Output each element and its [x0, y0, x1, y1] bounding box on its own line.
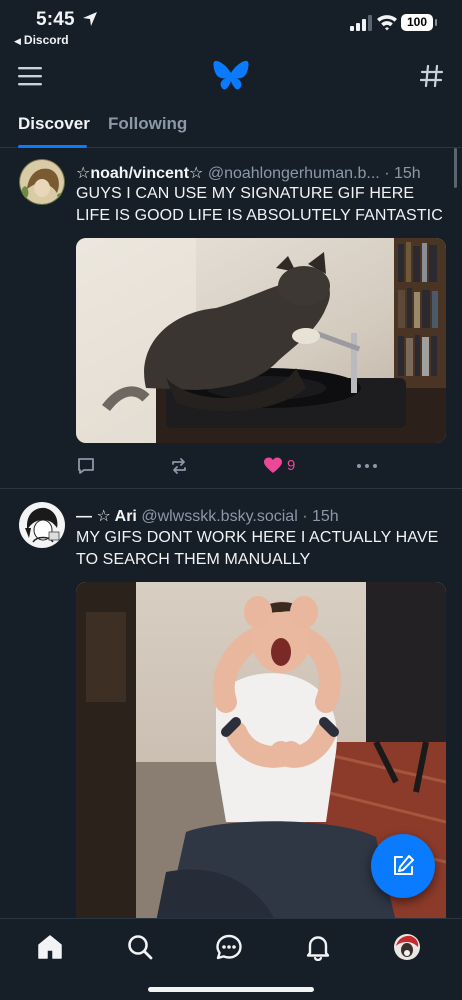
compose-pencil-icon	[394, 855, 414, 875]
home-icon[interactable]	[36, 933, 64, 961]
author-display-name[interactable]: — ☆ Ari	[76, 508, 137, 525]
location-arrow-icon	[83, 12, 97, 26]
back-app-label: Discord	[23, 33, 69, 47]
top-bar	[0, 52, 462, 100]
post-text: MY GIFS DONT WORK HERE I ACTUALLY HAVE T…	[76, 529, 439, 568]
repost-icon[interactable]	[169, 454, 189, 478]
back-triangle-icon: ◀	[14, 36, 21, 46]
author-avatar[interactable]	[19, 159, 65, 205]
status-time: 5:45	[36, 9, 75, 30]
post-time[interactable]: 15h	[394, 165, 421, 182]
more-options-icon[interactable]	[356, 454, 378, 478]
post-time[interactable]: 15h	[312, 508, 339, 525]
cellular-signal-icon	[350, 15, 372, 31]
tab-following[interactable]: Following	[108, 114, 187, 134]
profile-avatar[interactable]	[393, 933, 421, 961]
post-actions: 9	[76, 454, 446, 478]
butterfly-logo-icon[interactable]	[213, 59, 249, 93]
status-bar: 5:45 ◀ Discord 100	[0, 0, 462, 52]
time-separator: ·	[297, 508, 312, 525]
home-indicator-bar[interactable]	[148, 987, 314, 992]
hamburger-menu-icon[interactable]	[18, 66, 42, 86]
author-display-name[interactable]: ☆noah/vincent☆	[76, 165, 203, 182]
like-heart-icon[interactable]	[263, 454, 283, 478]
chat-icon[interactable]	[215, 933, 243, 961]
wifi-icon	[377, 15, 397, 31]
hash-feeds-icon[interactable]	[420, 64, 444, 88]
feed-tabs: Discover Following	[0, 100, 462, 148]
active-tab-underline	[18, 145, 87, 148]
bottom-navigation	[0, 918, 462, 1000]
author-handle[interactable]: @noahlongerhuman.b...	[208, 165, 380, 182]
battery-indicator: 100	[401, 14, 437, 31]
cat-turntable-gif	[76, 238, 446, 443]
avatar-illustration	[20, 160, 64, 204]
post-media-gif[interactable]	[76, 238, 446, 443]
bell-icon[interactable]	[304, 933, 332, 961]
post-text: GUYS I CAN USE MY SIGNATURE GIF HERE LIF…	[76, 185, 443, 224]
like-count: 9	[287, 457, 296, 474]
post-header: — ☆ Ari @wlwsskk.bsky.social · 15h	[76, 506, 448, 526]
time-separator: ·	[384, 165, 394, 182]
author-handle[interactable]: @wlwsskk.bsky.social	[141, 508, 297, 525]
avatar-illustration	[20, 503, 64, 547]
author-avatar[interactable]	[19, 502, 65, 548]
compose-post-button[interactable]	[371, 834, 435, 898]
reply-icon[interactable]	[76, 454, 96, 478]
feed-post[interactable]: ☆noah/vincent☆ @noahlongerhuman.b... · 1…	[0, 149, 462, 489]
tab-discover[interactable]: Discover	[18, 114, 90, 134]
post-header: ☆noah/vincent☆ @noahlongerhuman.b... · 1…	[76, 163, 448, 183]
search-icon[interactable]	[126, 933, 154, 961]
battery-level: 100	[406, 15, 428, 29]
back-to-app-link[interactable]: ◀ Discord	[14, 33, 69, 47]
